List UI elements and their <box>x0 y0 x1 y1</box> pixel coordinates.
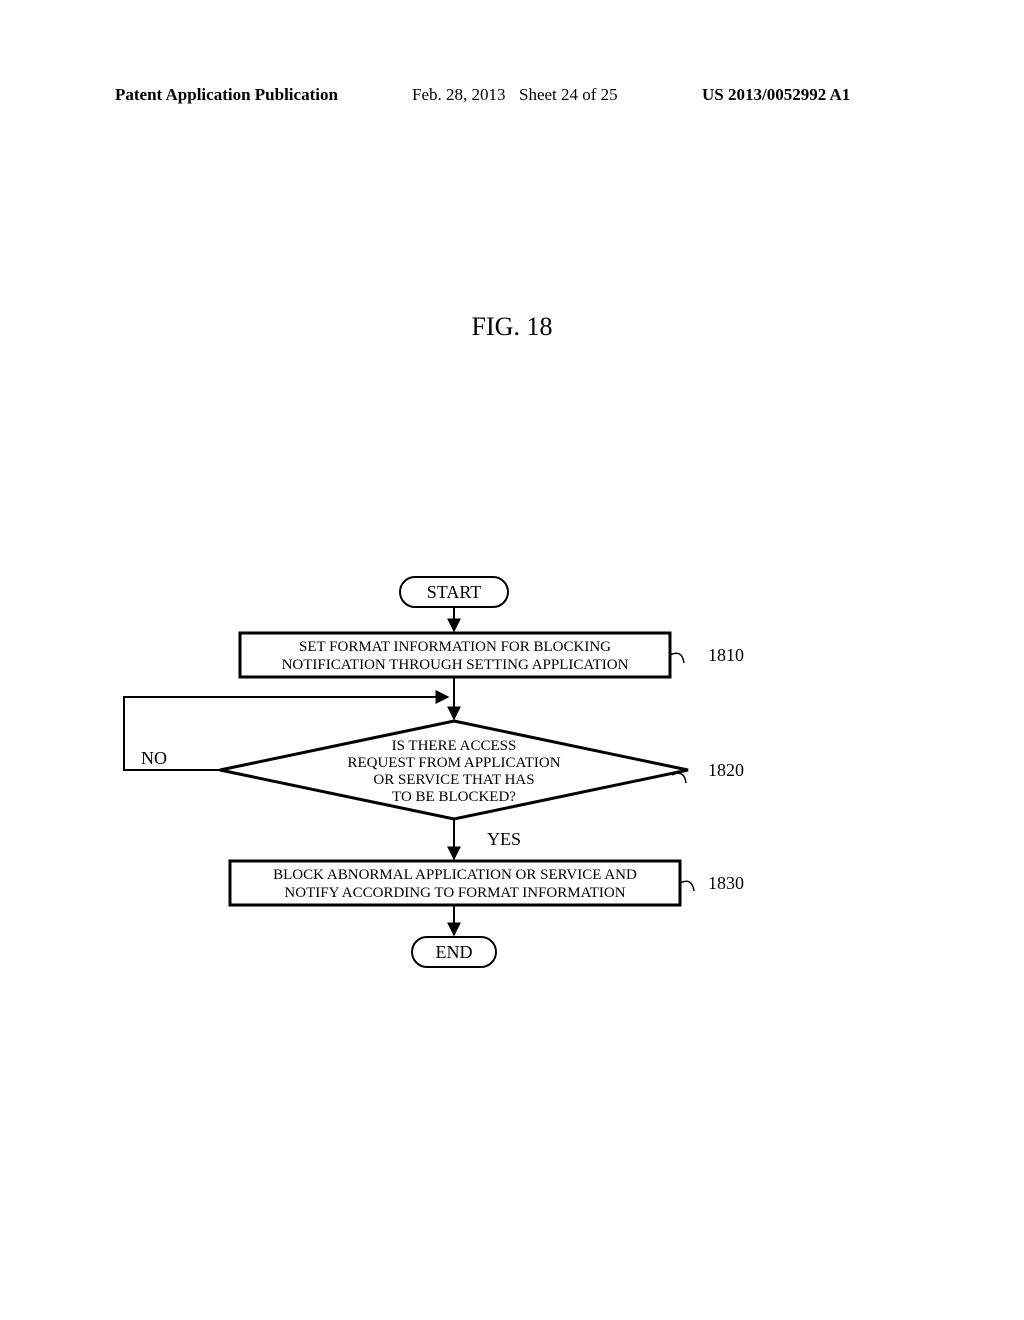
ref-1820: 1820 <box>708 760 744 780</box>
step-1830-line1: BLOCK ABNORMAL APPLICATION OR SERVICE AN… <box>273 867 637 883</box>
ref-leader-1810 <box>670 653 684 663</box>
decision-yes-label: YES <box>487 829 521 849</box>
publication-type: Patent Application Publication <box>115 85 338 105</box>
step-1810-line2: NOTIFICATION THROUGH SETTING APPLICATION <box>282 657 629 673</box>
end-text: END <box>436 942 473 962</box>
end-node: END <box>412 937 496 967</box>
decision-1820: IS THERE ACCESS REQUEST FROM APPLICATION… <box>220 721 688 819</box>
sheet-number: Sheet 24 of 25 <box>519 85 618 105</box>
start-text: START <box>427 582 481 602</box>
figure-title: FIG. 18 <box>0 312 1024 342</box>
decision-line2: REQUEST FROM APPLICATION <box>347 755 560 771</box>
ref-leader-1820 <box>672 773 686 783</box>
publication-date: Feb. 28, 2013 <box>412 85 506 105</box>
publication-number: US 2013/0052992 A1 <box>702 85 850 105</box>
flowchart: START SET FORMAT INFORMATION FOR BLOCKIN… <box>112 575 912 995</box>
decision-line1: IS THERE ACCESS <box>392 738 517 754</box>
decision-line3: OR SERVICE THAT HAS <box>373 772 534 788</box>
publication-type-text: Patent Application Publication <box>115 85 338 104</box>
decision-line4: TO BE BLOCKED? <box>392 789 516 805</box>
step-1810-line1: SET FORMAT INFORMATION FOR BLOCKING <box>299 639 611 655</box>
step-1810: SET FORMAT INFORMATION FOR BLOCKING NOTI… <box>240 633 670 677</box>
ref-1810: 1810 <box>708 645 744 665</box>
start-node: START <box>400 577 508 607</box>
ref-1830: 1830 <box>708 873 744 893</box>
ref-leader-1830 <box>680 881 694 891</box>
step-1830-line2: NOTIFY ACCORDING TO FORMAT INFORMATION <box>284 885 625 901</box>
page: Patent Application Publication Feb. 28, … <box>0 0 1024 1320</box>
decision-no-label: NO <box>141 748 167 768</box>
step-1830: BLOCK ABNORMAL APPLICATION OR SERVICE AN… <box>230 861 680 905</box>
publication-number-text: US 2013/0052992 A1 <box>702 85 850 104</box>
